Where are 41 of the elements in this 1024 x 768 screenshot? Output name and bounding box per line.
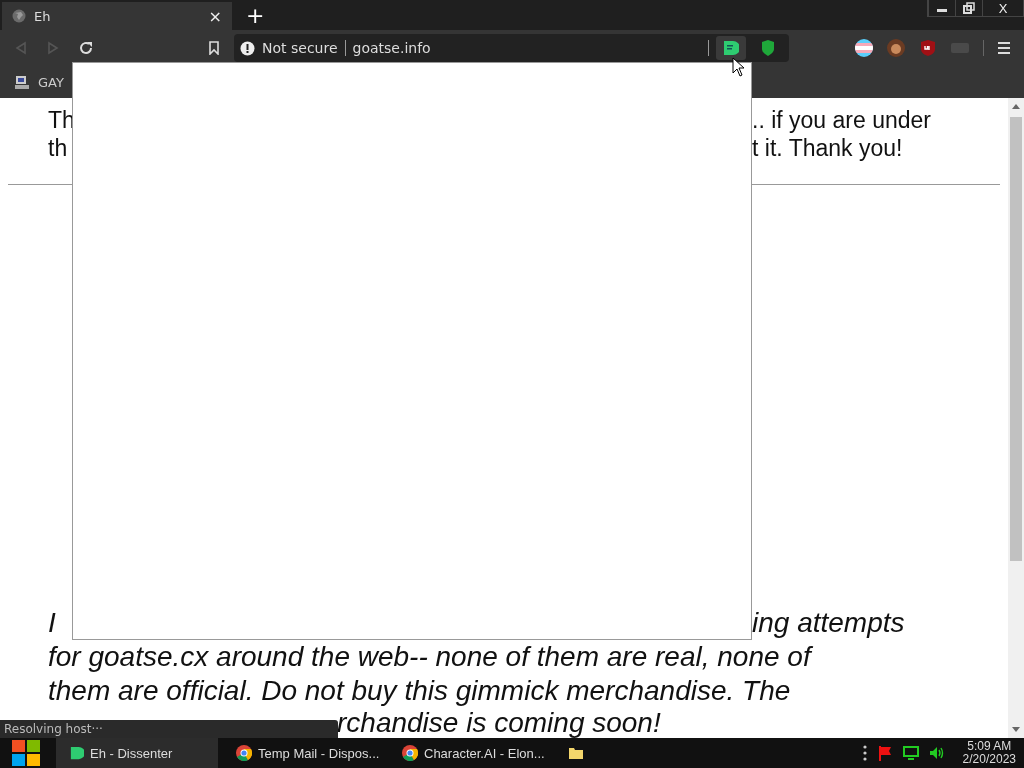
more-icon[interactable]	[862, 745, 867, 761]
notice-text: t it. Thank you!	[752, 134, 903, 162]
bookmark-icon[interactable]	[208, 41, 220, 55]
notice-text: I	[48, 606, 57, 640]
cursor-icon	[732, 57, 745, 77]
browser-tab[interactable]: Eh ×	[2, 2, 232, 30]
taskbar-item[interactable]: Character.AI - Elon...	[388, 738, 550, 768]
volume-icon[interactable]	[928, 745, 945, 761]
monitor-icon[interactable]	[902, 745, 919, 761]
reload-icon[interactable]	[78, 40, 94, 56]
security-label: Not secure	[262, 40, 338, 56]
restore-icon	[963, 2, 975, 14]
speech-bubble-icon	[70, 746, 84, 760]
bookmark-item[interactable]: GAY	[14, 74, 64, 90]
avatar-icon[interactable]	[887, 39, 905, 57]
notice-text: .. if you are under	[752, 106, 931, 134]
folder-icon	[568, 746, 584, 760]
address-bar[interactable]: Not secure goatse.info	[234, 34, 789, 62]
speech-bubble-icon[interactable]	[716, 36, 746, 60]
notice-text: th	[48, 134, 69, 162]
warning-icon	[240, 40, 255, 56]
taskbar-item[interactable]: Temp Mail - Dispos...	[222, 738, 384, 768]
striped-flag-icon[interactable]	[855, 39, 873, 57]
notice-text: ing attempts	[752, 606, 905, 640]
url-text: goatse.info	[352, 40, 431, 56]
menu-icon[interactable]	[998, 41, 1010, 55]
close-tab-button[interactable]: ×	[208, 6, 222, 26]
scroll-up-icon[interactable]	[1012, 103, 1020, 109]
globe-icon	[12, 9, 26, 23]
taskbar-item[interactable]: Eh - Dissenter	[56, 738, 218, 768]
notice-text: for goatse.cx around the web-- none of them are real, none of	[48, 640, 811, 674]
scroll-down-icon[interactable]	[1012, 727, 1020, 733]
computer-icon	[14, 74, 30, 90]
notice-text: rchandise is coming soon!	[337, 708, 661, 738]
new-tab-button[interactable]: +	[246, 2, 265, 28]
status-bubble: Resolving host···	[0, 720, 338, 738]
scrollbar[interactable]	[1008, 98, 1024, 738]
flag-icon[interactable]	[876, 745, 893, 761]
clock-date[interactable]: 2/20/2023	[962, 753, 1016, 766]
notice-text: them are official. Do not buy this gimmick merchandise. The	[48, 674, 791, 708]
clock-time[interactable]: 5:09 AM	[967, 740, 1012, 753]
